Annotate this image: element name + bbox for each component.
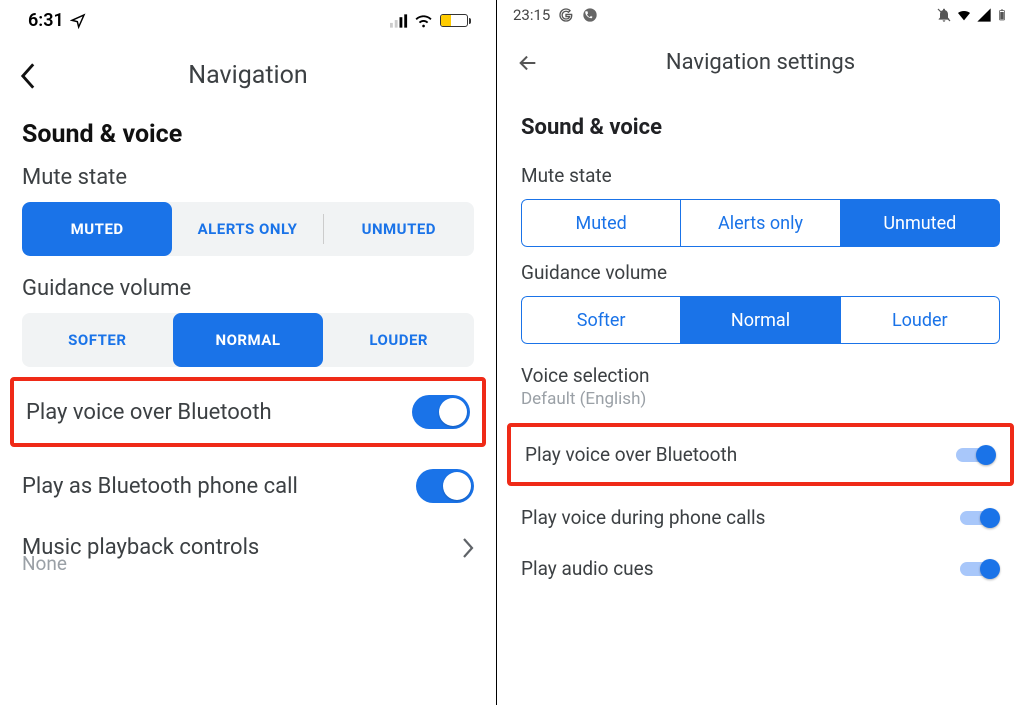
row-play-audio-cues[interactable]: Play audio cues [497, 543, 1024, 594]
chevron-right-icon [462, 538, 474, 558]
page-title: Navigation [36, 61, 460, 90]
statusbar-right [390, 14, 468, 28]
mute-option-muted[interactable]: MUTED [22, 202, 172, 256]
row-play-as-bluetooth-phone-call[interactable]: Play as Bluetooth phone call [0, 453, 496, 519]
voice-selection-value: Default (English) [521, 389, 1000, 409]
ios-statusbar: 6:31 [0, 0, 496, 35]
phone-icon [582, 7, 598, 23]
highlight-box-play-bluetooth: Play voice over Bluetooth [507, 423, 1014, 486]
mute-option-alerts-only[interactable]: ALERTS ONLY [172, 202, 322, 256]
mute-state-segmented-control: Muted Alerts only Unmuted [521, 199, 1000, 247]
toggle-play-as-bluetooth-phone-call[interactable] [416, 469, 474, 503]
highlight-box-play-bluetooth: Play voice over Bluetooth [10, 377, 486, 447]
guidance-volume-segmented-control: SOFTER NORMAL LOUDER [22, 313, 474, 367]
guidance-option-softer[interactable]: SOFTER [22, 313, 173, 367]
row-voice-selection[interactable]: Voice selection Default (English) [497, 344, 1024, 409]
phone-android: 23:15 Navigation settings Sound & voice … [497, 0, 1024, 705]
wifi-icon [956, 7, 972, 23]
toggle-play-audio-cues[interactable] [960, 559, 1000, 579]
row-label: Play voice over Bluetooth [525, 443, 956, 466]
toggle-play-voice-during-phone-calls[interactable] [960, 508, 1000, 528]
row-label: Play audio cues [521, 557, 960, 580]
mute-option-muted[interactable]: Muted [521, 199, 681, 247]
wifi-icon [415, 14, 434, 28]
row-music-playback-controls[interactable]: Music playback controls [0, 519, 496, 560]
back-arrow-icon[interactable] [517, 52, 539, 74]
statusbar-left: 6:31 [28, 10, 86, 31]
guidance-volume-segmented-control: Softer Normal Louder [521, 296, 1000, 344]
section-title: Sound & voice [497, 87, 1024, 150]
mute-state-label: Mute state [497, 150, 1024, 195]
mute-option-unmuted[interactable]: Unmuted [841, 199, 1000, 247]
statusbar-time: 23:15 [513, 6, 550, 24]
toggle-play-voice-over-bluetooth[interactable] [956, 445, 996, 465]
navbar: Navigation settings [497, 26, 1024, 87]
row-label: Music playback controls [22, 535, 462, 560]
toggle-play-voice-over-bluetooth[interactable] [412, 395, 470, 429]
guidance-option-louder[interactable]: Louder [841, 296, 1000, 344]
mute-state-segmented-control: MUTED ALERTS ONLY UNMUTED [22, 202, 474, 256]
section-title: Sound & voice [0, 102, 496, 155]
back-chevron-icon[interactable] [20, 63, 36, 89]
statusbar-right [936, 6, 1008, 24]
guidance-option-softer[interactable]: Softer [521, 296, 681, 344]
row-label: Play voice over Bluetooth [26, 400, 412, 425]
row-play-voice-over-bluetooth[interactable]: Play voice over Bluetooth [14, 381, 482, 443]
guidance-volume-label: Guidance volume [0, 266, 496, 309]
row-play-voice-during-phone-calls[interactable]: Play voice during phone calls [497, 492, 1024, 543]
row-label: Play voice during phone calls [521, 506, 960, 529]
mute-option-alerts-only[interactable]: Alerts only [681, 199, 840, 247]
battery-icon [996, 6, 1008, 24]
android-statusbar: 23:15 [497, 0, 1024, 26]
row-label: Play as Bluetooth phone call [22, 474, 416, 499]
guidance-option-normal[interactable]: NORMAL [173, 313, 324, 367]
location-arrow-icon [70, 13, 86, 29]
cellular-signal-icon [390, 14, 409, 28]
guidance-option-normal[interactable]: Normal [681, 296, 840, 344]
notifications-off-icon [936, 7, 952, 23]
statusbar-left: 23:15 [513, 6, 598, 24]
guidance-option-louder[interactable]: LOUDER [323, 313, 474, 367]
voice-selection-label: Voice selection [521, 364, 1000, 387]
google-g-icon [558, 7, 574, 23]
phone-ios: 6:31 Navigation Sound & voice Mute state… [0, 0, 497, 705]
navbar: Navigation [0, 35, 496, 102]
mute-state-label: Mute state [0, 155, 496, 198]
guidance-volume-label: Guidance volume [497, 247, 1024, 292]
mute-option-unmuted[interactable]: UNMUTED [324, 202, 474, 256]
row-play-voice-over-bluetooth[interactable]: Play voice over Bluetooth [511, 427, 1010, 482]
battery-icon [440, 14, 468, 27]
cellular-signal-icon [976, 7, 992, 23]
statusbar-time: 6:31 [28, 10, 64, 31]
page-title: Navigation settings [539, 50, 982, 75]
